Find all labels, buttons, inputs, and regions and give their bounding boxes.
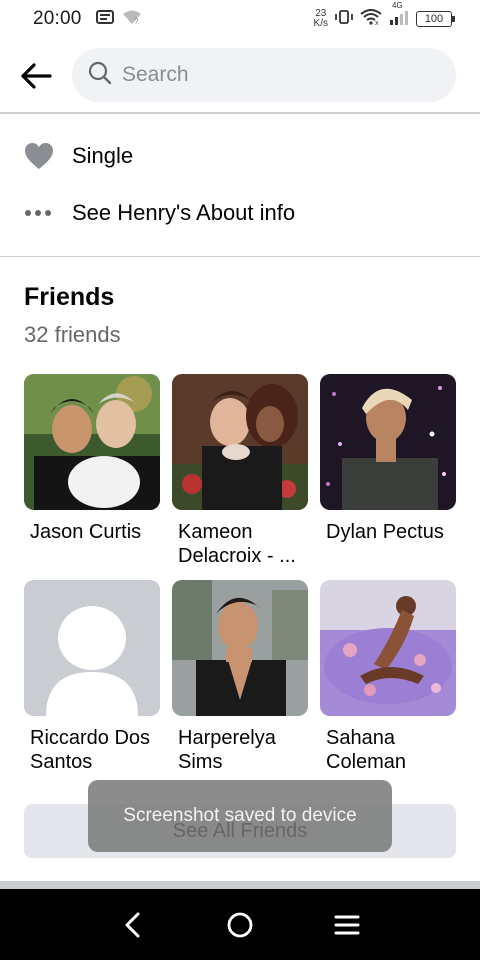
- header: [0, 46, 480, 104]
- friends-count: 32 friends: [24, 322, 121, 347]
- nav-back-button[interactable]: [113, 905, 153, 945]
- see-about-row[interactable]: See Henry's About info: [24, 193, 295, 233]
- friend-photo[interactable]: [24, 580, 160, 716]
- back-arrow-icon: [21, 63, 52, 89]
- friend-name[interactable]: Harperelya Sims: [172, 726, 308, 774]
- status-system-icons: 23 K/s x 4G 100: [313, 1, 455, 30]
- battery-indicator: 100: [416, 11, 455, 27]
- svg-text:?: ?: [134, 17, 139, 25]
- relationship-status: Single: [72, 143, 134, 168]
- friend-photo[interactable]: [24, 374, 160, 510]
- signal-icon: 4G: [388, 1, 410, 30]
- nav-home-button[interactable]: [220, 905, 260, 945]
- friend-name[interactable]: Jason Curtis: [24, 520, 160, 544]
- default-avatar-icon: [24, 580, 160, 716]
- system-nav-bar: [0, 889, 480, 960]
- nav-menu-button[interactable]: [327, 905, 367, 945]
- search-bar[interactable]: [72, 48, 456, 102]
- friend-name[interactable]: Sahana Coleman: [320, 726, 456, 774]
- friend-photo[interactable]: [320, 580, 456, 716]
- friend-photo[interactable]: [320, 374, 456, 510]
- search-input[interactable]: [122, 63, 422, 87]
- message-notification-icon: [95, 9, 114, 29]
- heart-icon: [24, 142, 56, 170]
- vibrate-icon: [334, 9, 354, 30]
- wifi-question-icon: ?: [122, 9, 142, 30]
- status-time: 20:00: [33, 8, 82, 29]
- home-circle-icon: [227, 912, 253, 937]
- header-divider: [0, 112, 480, 114]
- network-speed: 23 K/s: [313, 8, 328, 29]
- relationship-row: Single: [24, 136, 133, 176]
- toast-notification: Screenshot saved to device: [88, 780, 392, 852]
- menu-icon: [334, 915, 360, 934]
- status-bar: 20:00 ? 23 K/s x 4G 100: [0, 0, 480, 38]
- friend-name[interactable]: Kameon Delacroix - ...: [172, 520, 308, 568]
- chevron-left-icon: [125, 912, 140, 937]
- friend-name[interactable]: Dylan Pectus: [320, 520, 456, 544]
- see-about-link[interactable]: See Henry's About info: [72, 200, 295, 226]
- svg-text:x: x: [375, 20, 379, 25]
- friends-title: Friends: [24, 283, 115, 311]
- friend-card[interactable]: Riccardo Dos Santos: [24, 580, 160, 774]
- friend-photo[interactable]: [172, 374, 308, 510]
- friend-photo[interactable]: [172, 580, 308, 716]
- friend-card[interactable]: Jason Curtis: [24, 374, 160, 544]
- wifi-icon: x: [360, 8, 382, 30]
- status-notification-icons: ?: [95, 9, 142, 30]
- friend-card[interactable]: Sahana Coleman: [320, 580, 456, 774]
- friend-card[interactable]: Harperelya Sims: [172, 580, 308, 774]
- section-separator: [0, 881, 480, 889]
- friend-name[interactable]: Riccardo Dos Santos: [24, 726, 160, 774]
- friend-card[interactable]: Kameon Delacroix - ...: [172, 374, 308, 568]
- section-divider: [0, 256, 480, 257]
- friend-card[interactable]: Dylan Pectus: [320, 374, 456, 544]
- more-dots-icon: [24, 209, 56, 217]
- search-icon: [88, 61, 112, 90]
- back-button[interactable]: [18, 58, 54, 94]
